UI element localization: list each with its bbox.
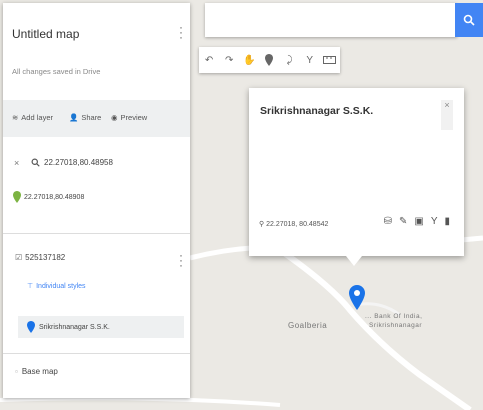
add-layer-button[interactable]: ≋ Add layer [12,113,53,122]
map-title[interactable]: Untitled map [12,27,79,41]
feature-info-popup: Srikrishnanagar S.S.K. × ⚲ 22.27018, 80.… [249,88,464,256]
panel-actions: ≋ Add layer 👤 Share ◉ Preview [3,100,190,137]
search-point-row[interactable]: 22.27018,80.48908 [13,191,84,203]
style-bucket-icon[interactable]: ⛁ [384,216,392,227]
redo-icon[interactable]: ↷ [222,53,237,68]
share-button[interactable]: 👤 Share [69,113,101,122]
popup-toolbar: ⛁ ✎ ▣ Y ▮ [384,216,450,227]
map-side-panel: Untitled map · · · All changes saved in Dr… [3,3,190,398]
paint-roller-icon: ⊤ [27,283,34,290]
popup-tail [346,256,362,266]
search-result-icon [31,158,40,167]
directions-icon[interactable]: Y [302,53,317,68]
undo-icon[interactable]: ↶ [202,53,217,68]
add-layer-icon: ≋ [12,113,19,122]
saved-status: All changes saved in Drive [12,67,101,76]
base-map-label: Base map [21,367,58,376]
layer-name: 525137182 [25,253,66,262]
search-button[interactable] [455,3,483,37]
popup-coords: 22.27018, 80.48542 [266,221,329,228]
map-pin-icon[interactable] [349,285,365,311]
delete-trash-icon[interactable]: ▮ [444,216,450,227]
hand-icon[interactable]: ✋ [242,53,257,68]
edit-pencil-icon[interactable]: ✎ [399,216,407,227]
panel-divider-2 [3,353,190,354]
popup-coords-row: ⚲ 22.27018, 80.48542 [259,220,328,228]
share-icon: 👤 [69,113,79,122]
panel-divider [3,233,190,234]
search-point-label: 22.27018,80.48908 [24,193,85,201]
coords-pin-icon: ⚲ [259,221,265,228]
ruler-icon[interactable] [322,53,337,68]
preview-button[interactable]: ◉ Preview [111,113,147,122]
popup-title: Srikrishnanagar S.S.K. [260,105,374,117]
layer-item-label: Srikrishnanagar S.S.K. [39,323,110,331]
close-icon[interactable]: × [441,100,453,130]
camera-icon[interactable]: ▣ [414,216,423,227]
search-icon [463,14,475,26]
green-pin-icon [13,191,21,203]
layer-style-link[interactable]: ⊤ Individual styles [27,282,86,291]
share-label: Share [81,113,102,122]
preview-label: Preview [120,113,148,122]
close-search-icon[interactable]: × [14,158,19,168]
layer-item[interactable]: Srikrishnanagar S.S.K. [27,321,110,333]
preview-icon: ◉ [111,113,118,122]
search-result-row[interactable]: 22.27018,80.48958 [31,158,113,167]
add-marker-icon[interactable] [262,53,277,68]
expand-icon[interactable]: ▫ [15,367,18,376]
map-place-label: Goalberia [288,321,328,330]
layer-header[interactable]: ☑ 525137182 [15,253,65,262]
layer-style-label: Individual styles [36,282,86,290]
layer-checkbox[interactable]: ☑ [15,253,22,262]
map-toolbar: ↶ ↷ ✋ ⤸ Y [199,47,340,73]
map-search-input[interactable] [205,3,457,37]
search-result-query: 22.27018,80.48958 [44,158,113,167]
map-poi-label-line2: Srikrishnanagar [369,322,423,329]
draw-line-icon[interactable]: ⤸ [282,53,297,68]
map-poi-label: ... Bank Of India, [365,313,423,320]
map-options-icon[interactable]: · · · [178,21,184,43]
directions-icon[interactable]: Y [431,216,438,227]
blue-pin-icon [27,321,35,333]
layer-options-icon[interactable]: · · · [178,249,184,271]
add-layer-label: Add layer [21,113,53,122]
base-map-row[interactable]: ▫ Base map [15,367,58,376]
